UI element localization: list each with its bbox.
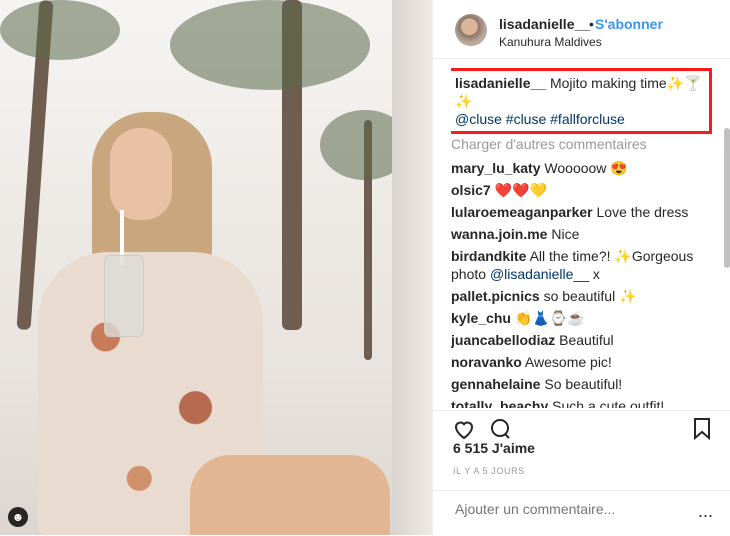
comment-row: totally_beachy Such a cute outfit! [451,397,713,408]
comment-row: juancabellodiaz Beautiful [451,331,713,349]
comment-text: Love the dress [592,204,689,220]
comment-text-suffix: x [589,266,600,282]
comment-username[interactable]: noravanko [451,354,522,370]
comment-items: mary_lu_katy Wooooow 😍 olsic7 ❤️❤️💛 lularo… [451,159,713,408]
comment-username[interactable]: lularoemeaganparker [451,204,593,220]
comment-username[interactable]: gennahelaine [451,376,540,392]
post-side-panel: lisadanielle__ • S'abonner Kanuhura Mald… [432,0,730,535]
load-more-comments-button[interactable]: Charger d'autres commentaires [451,136,713,152]
header-username[interactable]: lisadanielle__ [499,16,590,32]
comment-username[interactable]: wanna.join.me [451,226,547,242]
comment-row: lularoemeaganparker Love the dress [451,203,713,221]
comment-row: wanna.join.me Nice [451,225,713,243]
likes-count[interactable]: 6 515 J'aime [453,440,535,456]
bookmark-icon[interactable] [691,417,713,441]
comment-row: kyle_chu 👏👗⌚☕ [451,309,713,327]
separator-dot: • [589,16,594,32]
palm-frond [0,0,120,60]
follow-button[interactable]: S'abonner [595,16,663,32]
comment-text: Wooooow 😍 [540,160,628,176]
comment-icon[interactable] [487,417,513,441]
comment-text: Such a cute outfit! [548,398,665,408]
caption-username[interactable]: lisadanielle__ [455,75,546,91]
avatar[interactable] [455,14,487,46]
comment-row: pallet.picnics so beautiful ✨ [451,287,713,305]
comment-row: gennahelaine So beautiful! [451,375,713,393]
comment-text: Beautiful [555,332,614,348]
comment-username[interactable]: pallet.picnics [451,288,540,304]
scrollbar[interactable] [724,128,730,268]
location-link[interactable]: Kanuhura Maldives [499,35,602,49]
mojito-glass [104,255,144,337]
palm-frond [170,0,370,90]
more-options-button[interactable]: ... [698,501,713,522]
comment-row: birdandkite All the time?! ✨Gorgeous pho… [451,247,713,283]
comment-username[interactable]: totally_beachy [451,398,548,408]
umbrella-pole [392,0,432,535]
comment-username[interactable]: mary_lu_katy [451,160,541,176]
comment-text: Nice [547,226,580,242]
comment-row: olsic7 ❤️❤️💛 [451,181,713,199]
comment-text: So beautiful! [540,376,623,392]
post-header: lisadanielle__ • S'abonner Kanuhura Mald… [433,0,730,59]
face [110,128,172,220]
comment-text: 👏👗⌚☕ [510,310,585,326]
post-photo[interactable]: ☻ [0,0,432,535]
comment-text: ❤️❤️💛 [490,182,547,198]
comment-username[interactable]: kyle_chu [451,310,511,326]
add-comment-input[interactable] [453,500,687,518]
comment-username[interactable]: juancabellodiaz [451,332,555,348]
comments-list[interactable]: lisadanielle__ Mojito making time✨🍸✨ @cl… [451,68,713,408]
comment-row: noravanko Awesome pic! [451,353,713,371]
post-time[interactable]: IL Y A 5 JOURS [453,466,525,476]
caption: lisadanielle__ Mojito making time✨🍸✨ @cl… [451,68,712,134]
comment-text: so beautiful ✨ [539,288,637,304]
heart-icon[interactable] [451,417,477,441]
comment-mention[interactable]: @lisadanielle__ [490,266,589,282]
comment-username[interactable]: olsic7 [451,182,491,198]
caption-tags[interactable]: @cluse #cluse #fallforcluse [455,111,625,127]
comment-username[interactable]: birdandkite [451,248,526,264]
user-tag-icon[interactable]: ☻ [8,507,28,527]
legs [190,455,390,535]
comment-text: Awesome pic! [521,354,612,370]
comment-row: mary_lu_katy Wooooow 😍 [451,159,713,177]
